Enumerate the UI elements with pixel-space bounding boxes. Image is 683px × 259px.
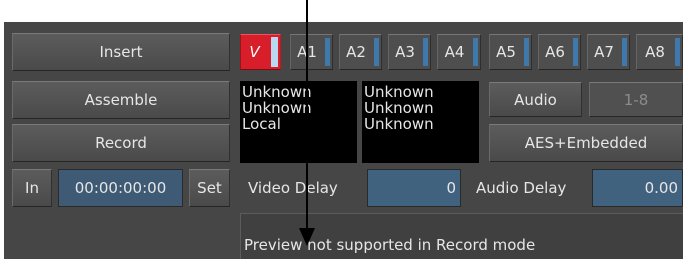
insert-button[interactable]: Insert (12, 33, 230, 71)
assemble-button[interactable]: Assemble (12, 81, 230, 119)
track-label: A3 (395, 43, 415, 61)
track-a6-button[interactable]: A6 (538, 34, 581, 70)
info-line: Unknown (364, 99, 434, 117)
audio-button[interactable]: Audio (489, 82, 582, 117)
track-label: A7 (594, 43, 614, 61)
audio-delay-label: Audio Delay (476, 179, 567, 197)
arrow-shaft (306, 0, 308, 228)
info-line: Unknown (364, 83, 434, 101)
track-a8-button[interactable]: A8 (636, 34, 683, 70)
track-indicator (622, 38, 627, 66)
track-label: A5 (496, 43, 516, 61)
set-button[interactable]: Set (189, 169, 230, 207)
track-video-button[interactable]: V (240, 34, 281, 70)
audio-delay-field[interactable]: 0.00 (592, 169, 683, 207)
track-a2-button[interactable]: A2 (339, 34, 382, 70)
track-label: V (249, 43, 260, 61)
info-line: Unknown (242, 83, 312, 101)
track-indicator (675, 38, 680, 66)
track-indicator (271, 37, 278, 67)
info-line: Unknown (364, 115, 434, 133)
track-a3-button[interactable]: A3 (388, 34, 431, 70)
track-indicator (374, 38, 379, 66)
dest-info-box: Unknown Unknown Unknown (362, 81, 479, 163)
source-info-box: Unknown Unknown Local (240, 81, 357, 163)
video-delay-label: Video Delay (248, 179, 338, 197)
in-button[interactable]: In (12, 169, 52, 207)
track-label: A8 (645, 43, 665, 61)
track-indicator (473, 38, 478, 66)
track-a7-button[interactable]: A7 (587, 34, 630, 70)
info-line: Local (242, 115, 281, 133)
arrow-head (299, 228, 315, 246)
track-a4-button[interactable]: A4 (437, 34, 481, 70)
audio-range-field[interactable]: 1-8 (589, 82, 683, 117)
timecode-field[interactable]: 00:00:00:00 (58, 169, 183, 207)
record-button[interactable]: Record (12, 124, 230, 162)
track-indicator (524, 38, 529, 66)
track-indicator (573, 38, 578, 66)
track-label: A2 (346, 43, 366, 61)
track-label: A4 (444, 43, 465, 61)
video-delay-field[interactable]: 0 (367, 169, 461, 207)
track-indicator (325, 38, 330, 66)
track-label: A6 (545, 43, 565, 61)
track-indicator (423, 38, 428, 66)
track-a1-button[interactable]: A1 (290, 34, 333, 70)
audio-format-button[interactable]: AES+Embedded (489, 124, 683, 162)
info-line: Unknown (242, 99, 312, 117)
track-a5-button[interactable]: A5 (489, 34, 532, 70)
